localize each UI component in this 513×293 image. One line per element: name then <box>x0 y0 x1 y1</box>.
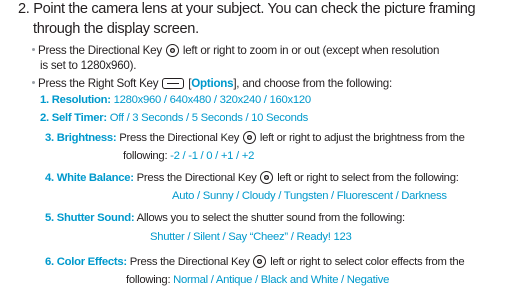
bullet-zoom-line-1: Press the Directional Key left or right … <box>32 44 439 57</box>
item-label: 1. Resolution: <box>40 94 111 106</box>
bullet-options: Press the Right Soft Key [Options], and … <box>32 77 392 90</box>
directional-key-icon <box>260 171 274 184</box>
item-color-effects-line-2: following: Normal / Antique / Black and … <box>126 274 390 286</box>
right-soft-key-icon <box>162 78 185 89</box>
brightness-values: -2 / -1 / 0 / +1 / +2 <box>170 150 255 162</box>
item-label: 6. Color Effects: <box>45 256 127 268</box>
step-2-line-1: 2. Point the camera lens at your subject… <box>18 1 476 17</box>
bullet-zoom-line-2: is set to 1280x960). <box>40 59 137 72</box>
manual-page: 2. Point the camera lens at your subject… <box>0 0 513 293</box>
item-brightness-line-2: following: -2 / -1 / 0 / +1 / +2 <box>123 150 255 162</box>
directional-key-icon <box>242 131 256 144</box>
item-white-balance-line-1: 4. White Balance: Press the Directional … <box>45 171 459 184</box>
directional-key-icon <box>253 255 267 268</box>
self-timer-values: Off / 3 Seconds / 5 Seconds / 10 Seconds <box>109 112 309 124</box>
item-shutter-sound-line-2: Shutter / Silent / Say “Cheez” / Ready! … <box>150 231 352 243</box>
item-label: 3. Brightness: <box>45 132 117 144</box>
color-effects-values: Normal / Antique / Black and White / Neg… <box>173 274 390 286</box>
bullet-dot <box>32 48 35 51</box>
item-resolution: 1. Resolution: 1280x960 / 640x480 / 320x… <box>40 94 311 106</box>
step-text-1: Point the camera lens at your subject. Y… <box>33 1 476 17</box>
item-brightness-line-1: 3. Brightness: Press the Directional Key… <box>45 131 465 144</box>
item-label: 5. Shutter Sound: <box>45 212 135 224</box>
shutter-sound-values: Shutter / Silent / Say “Cheez” / Ready! … <box>150 231 352 243</box>
bullet-dot <box>32 81 35 84</box>
directional-key-icon <box>165 44 179 57</box>
step-number: 2. <box>18 1 30 17</box>
item-white-balance-line-2: Auto / Sunny / Cloudy / Tungsten / Fluor… <box>172 190 447 202</box>
options-label: Options <box>191 77 234 90</box>
step-2-line-2: through the display screen. <box>33 21 199 37</box>
item-self-timer: 2. Self Timer: Off / 3 Seconds / 5 Secon… <box>40 112 308 124</box>
resolution-values: 1280x960 / 640x480 / 320x240 / 160x120 <box>113 94 312 106</box>
item-label: 4. White Balance: <box>45 172 134 184</box>
item-label: 2. Self Timer: <box>40 112 107 124</box>
white-balance-values: Auto / Sunny / Cloudy / Tungsten / Fluor… <box>172 190 447 202</box>
item-color-effects-line-1: 6. Color Effects: Press the Directional … <box>45 255 465 268</box>
item-shutter-sound-line-1: 5. Shutter Sound: Allows you to select t… <box>45 212 405 224</box>
